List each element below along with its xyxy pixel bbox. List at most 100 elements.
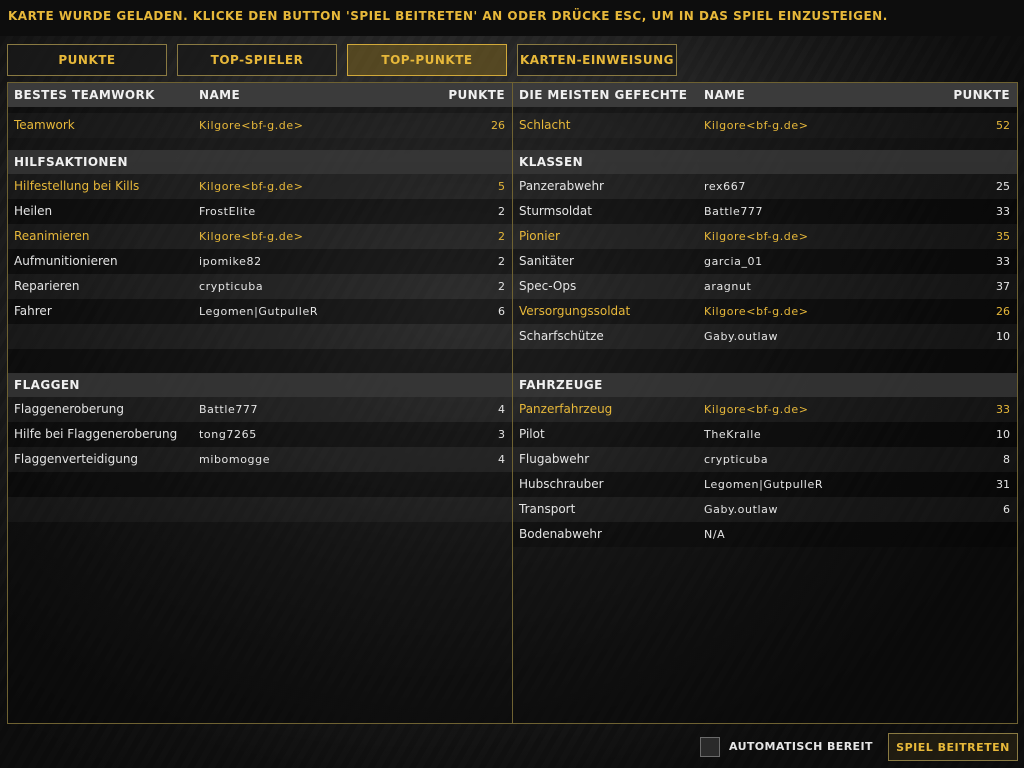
row-player: tong7265 [199, 428, 257, 441]
table-row: Spec-Ops aragnut 37 [513, 274, 1017, 299]
table-row: Schlacht Kilgore<bf-g.de> 52 [513, 113, 1017, 138]
table-row: Heilen FrostElite 2 [8, 199, 512, 224]
row-player: Battle777 [704, 205, 764, 218]
section-klassen: KLASSEN [513, 150, 1017, 174]
row-player: crypticuba [704, 453, 769, 466]
table-row: Fahrer Legomen|GutpulleR 6 [8, 299, 512, 324]
row-player: Kilgore<bf-g.de> [199, 230, 304, 243]
row-category: Hilfestellung bei Kills [14, 179, 140, 193]
row-category: Sturmsoldat [519, 204, 592, 218]
row-category: Flugabwehr [519, 452, 590, 466]
row-category: Teamwork [14, 118, 75, 132]
row-player: aragnut [704, 280, 752, 293]
section-title: HILFSAKTIONEN [14, 155, 128, 169]
row-player: Battle777 [199, 403, 259, 416]
row-category: Pilot [519, 427, 545, 441]
row-player: ipomike82 [199, 255, 262, 268]
row-player: Legomen|GutpulleR [199, 305, 319, 318]
table-row: Scharfschütze Gaby.outlaw 10 [513, 324, 1017, 349]
row-points: 2 [498, 255, 505, 268]
col-points: PUNKTE [448, 88, 505, 102]
row-category: Versorgungssoldat [519, 304, 631, 318]
row-points: 33 [996, 255, 1010, 268]
row-player: Kilgore<bf-g.de> [704, 403, 809, 416]
tab-top-spieler[interactable]: TOP-SPIELER [177, 44, 337, 76]
right-stats-panel: DIE MEISTEN GEFECHTE NAME PUNKTE Schlach… [512, 82, 1018, 724]
tab-karten-einweisung[interactable]: KARTEN-EINWEISUNG [517, 44, 677, 76]
row-points: 26 [996, 305, 1010, 318]
row-player: Kilgore<bf-g.de> [704, 119, 809, 132]
row-category: Reparieren [14, 279, 80, 293]
row-points: 10 [996, 428, 1010, 441]
empty-row [513, 349, 1017, 374]
table-row: Hubschrauber Legomen|GutpulleR 31 [513, 472, 1017, 497]
table-row: Teamwork Kilgore<bf-g.de> 26 [8, 113, 512, 138]
row-points: 6 [498, 305, 505, 318]
row-points: 4 [498, 453, 505, 466]
status-bar: KARTE WURDE GELADEN. KLICKE DEN BUTTON '… [0, 0, 1024, 36]
join-game-button[interactable]: SPIEL BEITRETEN [888, 733, 1018, 761]
row-category: Sanitäter [519, 254, 574, 268]
col-category: BESTES TEAMWORK [14, 88, 155, 102]
left-panel-header: BESTES TEAMWORK NAME PUNKTE [8, 83, 512, 107]
tab-top-punkte[interactable]: TOP-PUNKTE [347, 44, 507, 76]
table-row: Flaggeneroberung Battle777 4 [8, 397, 512, 422]
row-category: Hilfe bei Flaggeneroberung [14, 427, 178, 441]
table-row: Pilot TheKralle 10 [513, 422, 1017, 447]
row-player: Kilgore<bf-g.de> [199, 119, 304, 132]
table-row: Pionier Kilgore<bf-g.de> 35 [513, 224, 1017, 249]
table-row: Sanitäter garcia_01 33 [513, 249, 1017, 274]
row-category: Heilen [14, 204, 53, 218]
row-player: FrostElite [199, 205, 256, 218]
table-row: Transport Gaby.outlaw 6 [513, 497, 1017, 522]
row-player: Legomen|GutpulleR [704, 478, 824, 491]
col-name: NAME [704, 88, 746, 102]
section-flaggen: FLAGGEN [8, 373, 512, 397]
empty-row [8, 324, 512, 349]
row-points: 6 [1003, 503, 1010, 516]
row-category: Fahrer [14, 304, 52, 318]
row-player: Kilgore<bf-g.de> [704, 305, 809, 318]
table-row: Bodenabwehr N/A [513, 522, 1017, 547]
row-category: Flaggeneroberung [14, 402, 124, 416]
section-fahrzeuge: FAHRZEUGE [513, 373, 1017, 397]
row-points: 10 [996, 330, 1010, 343]
row-points: 33 [996, 205, 1010, 218]
row-player: crypticuba [199, 280, 264, 293]
row-category: Pionier [519, 229, 560, 243]
row-player: garcia_01 [704, 255, 763, 268]
row-category: Panzerabwehr [519, 179, 604, 193]
row-points: 5 [498, 180, 505, 193]
table-row: Hilfe bei Flaggeneroberung tong7265 3 [8, 422, 512, 447]
row-points: 35 [996, 230, 1010, 243]
table-row: Hilfestellung bei Kills Kilgore<bf-g.de>… [8, 174, 512, 199]
row-category: Aufmunitionieren [14, 254, 118, 268]
auto-ready-checkbox[interactable] [700, 737, 720, 757]
table-row: Sturmsoldat Battle777 33 [513, 199, 1017, 224]
row-points: 2 [498, 280, 505, 293]
row-player: Gaby.outlaw [704, 330, 779, 343]
col-name: NAME [199, 88, 241, 102]
row-player: Kilgore<bf-g.de> [704, 230, 809, 243]
row-points: 31 [996, 478, 1010, 491]
row-player: Gaby.outlaw [704, 503, 779, 516]
row-category: Panzerfahrzeug [519, 402, 613, 416]
row-player: mibomogge [199, 453, 271, 466]
row-points: 2 [498, 230, 505, 243]
tab-punkte[interactable]: PUNKTE [7, 44, 167, 76]
load-message: KARTE WURDE GELADEN. KLICKE DEN BUTTON '… [8, 9, 888, 23]
row-points: 25 [996, 180, 1010, 193]
empty-row [8, 472, 512, 497]
row-player: rex667 [704, 180, 746, 193]
row-category: Bodenabwehr [519, 527, 602, 541]
table-row: Flaggenverteidigung mibomogge 4 [8, 447, 512, 472]
row-points: 2 [498, 205, 505, 218]
table-row: Panzerfahrzeug Kilgore<bf-g.de> 33 [513, 397, 1017, 422]
row-category: Schlacht [519, 118, 571, 132]
row-category: Reanimieren [14, 229, 90, 243]
row-points: 4 [498, 403, 505, 416]
section-title: FLAGGEN [14, 378, 80, 392]
col-points: PUNKTE [953, 88, 1010, 102]
col-category: DIE MEISTEN GEFECHTE [519, 88, 688, 102]
row-category: Flaggenverteidigung [14, 452, 139, 466]
